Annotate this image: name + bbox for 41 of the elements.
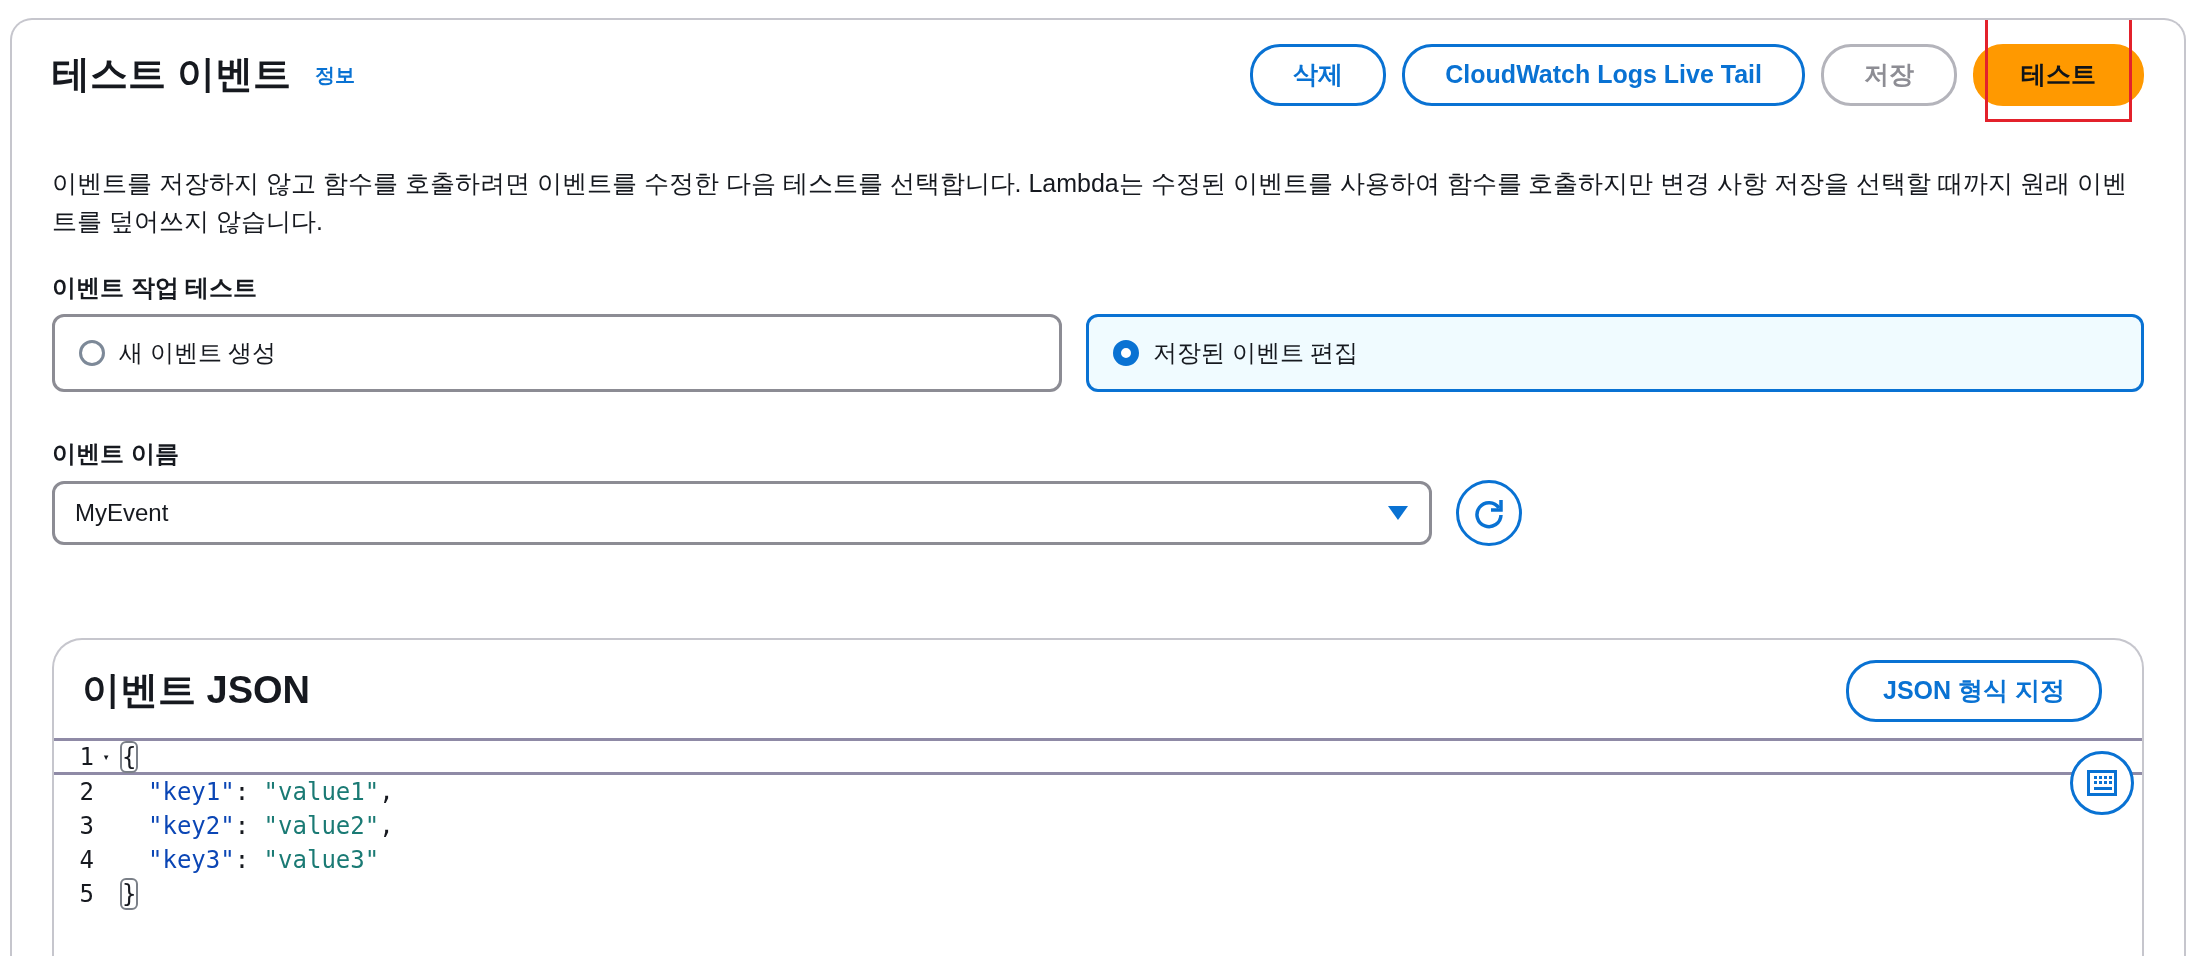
select-value: MyEvent bbox=[75, 498, 169, 528]
keyboard-button[interactable] bbox=[2070, 751, 2134, 815]
field-label: 이벤트 이름 bbox=[52, 439, 180, 469]
code-punctuation: : bbox=[234, 846, 251, 874]
description-text: 이벤트를 저장하지 않고 함수를 호출하려면 이벤트를 수정한 다음 테스트를 선택합니다. Lambda는 수정된 이벤트를 사용하여 함수를 호출하지만 변경 사항 저장을 선택할 때까지 원래 이벤트를 덮어쓰지 않습니다. bbox=[52, 168, 2129, 237]
radio-label: 저장된 이벤트 편집 bbox=[1153, 338, 1359, 368]
info-link[interactable]: 정보 bbox=[314, 60, 355, 90]
code-bracket: { bbox=[122, 742, 137, 771]
line-number: 4 bbox=[78, 845, 94, 876]
action-button[interactable]: CloudWatch Logs Live Tail bbox=[1402, 44, 1805, 106]
radio-tile[interactable]: 새 이벤트 생성 bbox=[52, 314, 1062, 392]
line-number: 1 bbox=[78, 741, 94, 773]
code-punctuation: , bbox=[379, 812, 394, 840]
code-string: "value2" bbox=[263, 812, 380, 840]
radio-label: 새 이벤트 생성 bbox=[119, 338, 277, 368]
code-string: "value1" bbox=[263, 778, 380, 806]
line-number: 2 bbox=[78, 777, 94, 808]
event-name-select[interactable]: MyEvent bbox=[52, 481, 1432, 545]
code-punctuation: , bbox=[379, 778, 394, 806]
code-key: "key1" bbox=[148, 778, 235, 806]
field-label: 이벤트 작업 테스트 bbox=[52, 273, 259, 303]
code-string: "value3" bbox=[263, 846, 380, 874]
code-key: "key2" bbox=[148, 812, 235, 840]
caret-icon bbox=[1387, 505, 1409, 521]
editor-title: 이벤트 JSON bbox=[82, 668, 311, 714]
line-number: 5 bbox=[78, 879, 94, 910]
page-title: 테스트 이벤트 bbox=[52, 52, 291, 98]
code-key: "key3" bbox=[148, 846, 235, 874]
fold-toggle[interactable]: ▾ bbox=[94, 747, 118, 766]
action-button[interactable]: 테스트 bbox=[1973, 44, 2144, 106]
line-number: 3 bbox=[78, 811, 94, 842]
radio-tile[interactable]: 저장된 이벤트 편집 bbox=[1086, 314, 2144, 392]
radio-button[interactable] bbox=[79, 340, 105, 366]
code-punctuation: : bbox=[234, 812, 251, 840]
keyboard-icon bbox=[2087, 770, 2117, 796]
code-punctuation: : bbox=[234, 778, 251, 806]
action-button[interactable]: 삭제 bbox=[1250, 44, 1387, 106]
format-json-button[interactable]: JSON 형식 지정 bbox=[1846, 660, 2102, 722]
code-bracket: } bbox=[122, 880, 137, 908]
radio-button[interactable] bbox=[1113, 340, 1139, 366]
code-editor[interactable]: 1 ▾ { 2 "key1": "value1", 3 "key2": "value2", 4 "key3": "value3" 5 } bbox=[54, 738, 2142, 911]
